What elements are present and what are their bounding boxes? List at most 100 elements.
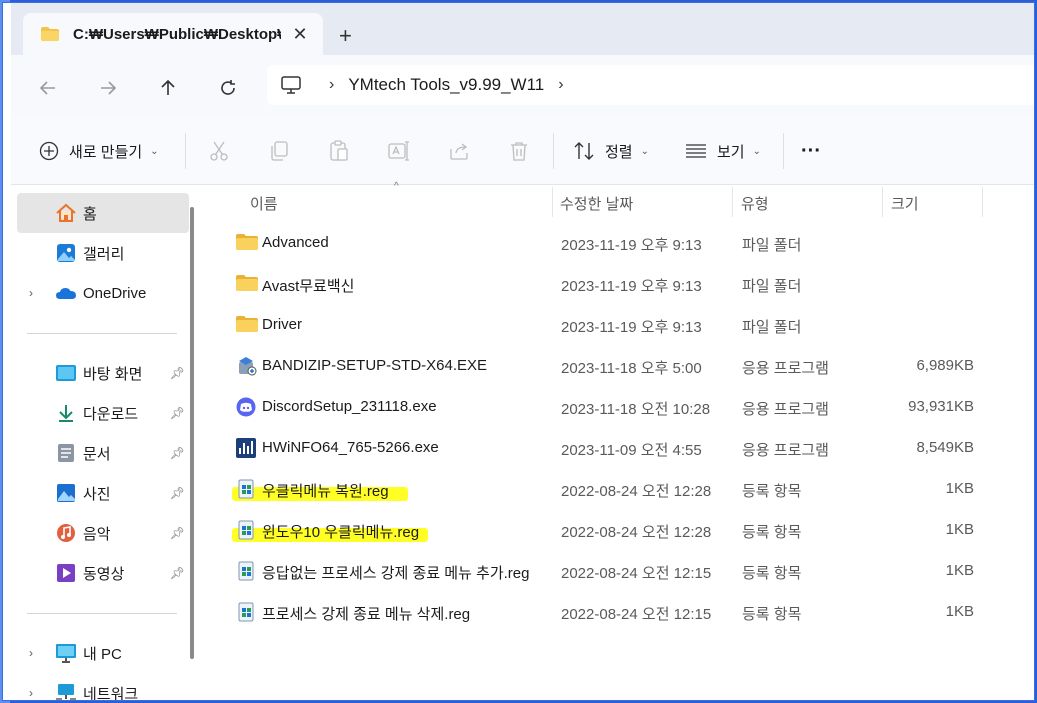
sidebar-item-documents[interactable]: 문서 📌︎ (17, 433, 189, 473)
pin-icon[interactable]: 📌︎ (170, 446, 185, 460)
sidebar-item-this-pc[interactable]: › 내 PC (17, 633, 189, 673)
sidebar-item-music[interactable]: 음악 📌︎ (17, 513, 189, 553)
column-divider[interactable] (882, 187, 883, 217)
pin-icon[interactable]: 📌︎ (170, 406, 185, 420)
sidebar-item-home[interactable]: 홈 (17, 193, 189, 233)
folder-icon (41, 27, 59, 41)
sidebar-item-label: 홈 (83, 205, 97, 223)
column-divider[interactable] (732, 187, 733, 217)
sidebar-item-pictures[interactable]: 사진 📌︎ (17, 473, 189, 513)
file-name: 윈도우10 우클릭메뉴.reg (262, 524, 420, 541)
pin-icon[interactable]: 📌︎ (170, 486, 185, 500)
file-row[interactable]: Driver 2023-11-19 오후 9:13 파일 폴더 (232, 305, 992, 345)
file-row[interactable]: 응답없는 프로세스 강제 종료 메뉴 추가.reg 2022-08-24 오전 1… (232, 551, 992, 591)
sidebar-item-onedrive[interactable]: › OneDrive (17, 273, 189, 313)
forward-button[interactable] (93, 73, 123, 103)
home-icon (55, 202, 77, 224)
sidebar-scrollbar[interactable] (190, 207, 194, 659)
installer-icon (236, 356, 258, 376)
sidebar-item-network[interactable]: › 네트워크 (17, 673, 189, 701)
file-type: 등록 항목 (742, 565, 802, 582)
file-date: 2022-08-24 오전 12:28 (561, 483, 712, 500)
refresh-button[interactable] (213, 73, 243, 103)
pin-icon[interactable]: 📌︎ (170, 526, 185, 540)
registry-icon (236, 479, 258, 499)
file-row[interactable]: Advanced 2023-11-19 오후 9:13 파일 폴더 (232, 223, 992, 263)
close-tab-button[interactable]: ✕ (289, 24, 311, 45)
chevron-down-icon: ⌄ (640, 145, 649, 157)
pc-icon (55, 642, 77, 664)
file-row[interactable]: 우클릭메뉴 복원.reg 2022-08-24 오전 12:28 등록 항목 1KB (232, 469, 992, 509)
file-name: 우클릭메뉴 복원.reg (262, 483, 389, 500)
column-header-size[interactable]: 크기 (891, 193, 919, 214)
column-header-row: ^ 이름 수정한 날짜 유형 크기 (208, 181, 1034, 219)
registry-icon (236, 602, 258, 622)
file-row[interactable]: 프로세스 강제 종료 메뉴 삭제.reg 2022-08-24 오전 12:15 등… (232, 592, 992, 632)
column-header-date[interactable]: 수정한 날짜 (560, 193, 633, 214)
chevron-right-icon[interactable]: › (29, 686, 33, 700)
gallery-icon (55, 242, 77, 264)
folder-icon (236, 274, 258, 294)
chevron-right-icon[interactable]: › (29, 286, 33, 300)
new-tab-button[interactable]: + (339, 23, 352, 49)
sort-button[interactable]: 정렬 ⌄ (573, 135, 649, 167)
column-divider[interactable] (982, 187, 983, 217)
rename-icon[interactable] (387, 139, 411, 163)
view-label: 보기 (717, 143, 745, 161)
file-type: 파일 폴더 (742, 237, 802, 254)
sidebar-item-label: 네트워크 (83, 685, 139, 701)
document-icon (55, 442, 77, 464)
file-row[interactable]: Avast무료백신 2023-11-19 오후 9:13 파일 폴더 (232, 264, 992, 304)
sort-ascending-icon: ^ (394, 181, 399, 192)
file-row[interactable]: 윈도우10 우클릭메뉴.reg 2022-08-24 오전 12:28 등록 항목 1… (232, 510, 992, 550)
pin-icon[interactable]: 📌︎ (170, 366, 185, 380)
delete-icon[interactable] (507, 139, 531, 163)
file-date: 2022-08-24 오전 12:28 (561, 524, 712, 541)
sidebar-item-downloads[interactable]: 다운로드 📌︎ (17, 393, 189, 433)
new-button[interactable]: 새로 만들기 ⌄ (39, 135, 159, 167)
pin-icon[interactable]: 📌︎ (170, 566, 185, 580)
sidebar-item-label: 내 PC (83, 645, 122, 663)
address-bar[interactable]: › YMtech Tools_v9.99_W11 › (267, 65, 1034, 105)
file-date: 2022-08-24 오전 12:15 (561, 565, 712, 582)
chevron-right-icon[interactable]: › (29, 646, 33, 660)
discord-icon (236, 397, 258, 417)
file-row[interactable]: BANDIZIP-SETUP-STD-X64.EXE 2023-11-18 오후 … (232, 346, 992, 386)
chevron-right-icon[interactable]: › (558, 76, 563, 94)
sidebar-item-desktop[interactable]: 바탕 화면 📌︎ (17, 353, 189, 393)
registry-icon (236, 561, 258, 581)
up-button[interactable] (153, 73, 183, 103)
sidebar-item-gallery[interactable]: 갤러리 (17, 233, 189, 273)
paste-icon[interactable] (327, 139, 351, 163)
back-button[interactable] (33, 73, 63, 103)
chevron-right-icon[interactable]: › (329, 76, 334, 94)
breadcrumb-current[interactable]: YMtech Tools_v9.99_W11 (348, 75, 544, 95)
file-size: 1KB (945, 562, 974, 579)
more-options-button[interactable]: ··· (801, 135, 821, 167)
arrow-left-icon (39, 81, 55, 95)
file-row[interactable]: HWiNFO64_765-5266.exe 2023-11-09 오전 4:55 응… (232, 428, 992, 468)
file-row[interactable]: DiscordSetup_231118.exe 2023-11-18 오전 10:… (232, 387, 992, 427)
file-list: ^ 이름 수정한 날짜 유형 크기 Advanced 2023-11-19 오후 … (208, 181, 1034, 700)
file-name: DiscordSetup_231118.exe (262, 398, 437, 415)
file-type: 응용 프로그램 (742, 401, 829, 418)
column-header-type[interactable]: 유형 (741, 193, 769, 214)
tab-current[interactable]: C:₩Users₩Public₩Desktop₩YMtech Tools_v9.… (23, 13, 323, 55)
file-name: Advanced (262, 234, 329, 251)
column-divider[interactable] (552, 187, 553, 217)
plus-circle-icon (39, 141, 59, 161)
sidebar-item-videos[interactable]: 동영상 📌︎ (17, 553, 189, 593)
sidebar-item-label: 바탕 화면 (83, 365, 143, 383)
copy-icon[interactable] (267, 139, 291, 163)
registry-icon (236, 520, 258, 540)
navigation-pane: 홈 갤러리 › OneDrive 바탕 화면 📌︎ 다운로드 📌︎ 문서 📌︎ … (11, 185, 197, 700)
more-icon: ··· (801, 139, 821, 162)
file-type: 등록 항목 (742, 606, 802, 623)
file-size: 1KB (945, 603, 974, 620)
column-header-name[interactable]: 이름 (250, 193, 278, 214)
cut-icon[interactable] (207, 139, 231, 163)
view-button[interactable]: 보기 ⌄ (685, 135, 761, 167)
file-name: BANDIZIP-SETUP-STD-X64.EXE (262, 357, 488, 374)
share-icon[interactable] (447, 139, 471, 163)
tab-title: C:₩Users₩Public₩Desktop₩YMtech Tools_v9.… (73, 25, 281, 43)
